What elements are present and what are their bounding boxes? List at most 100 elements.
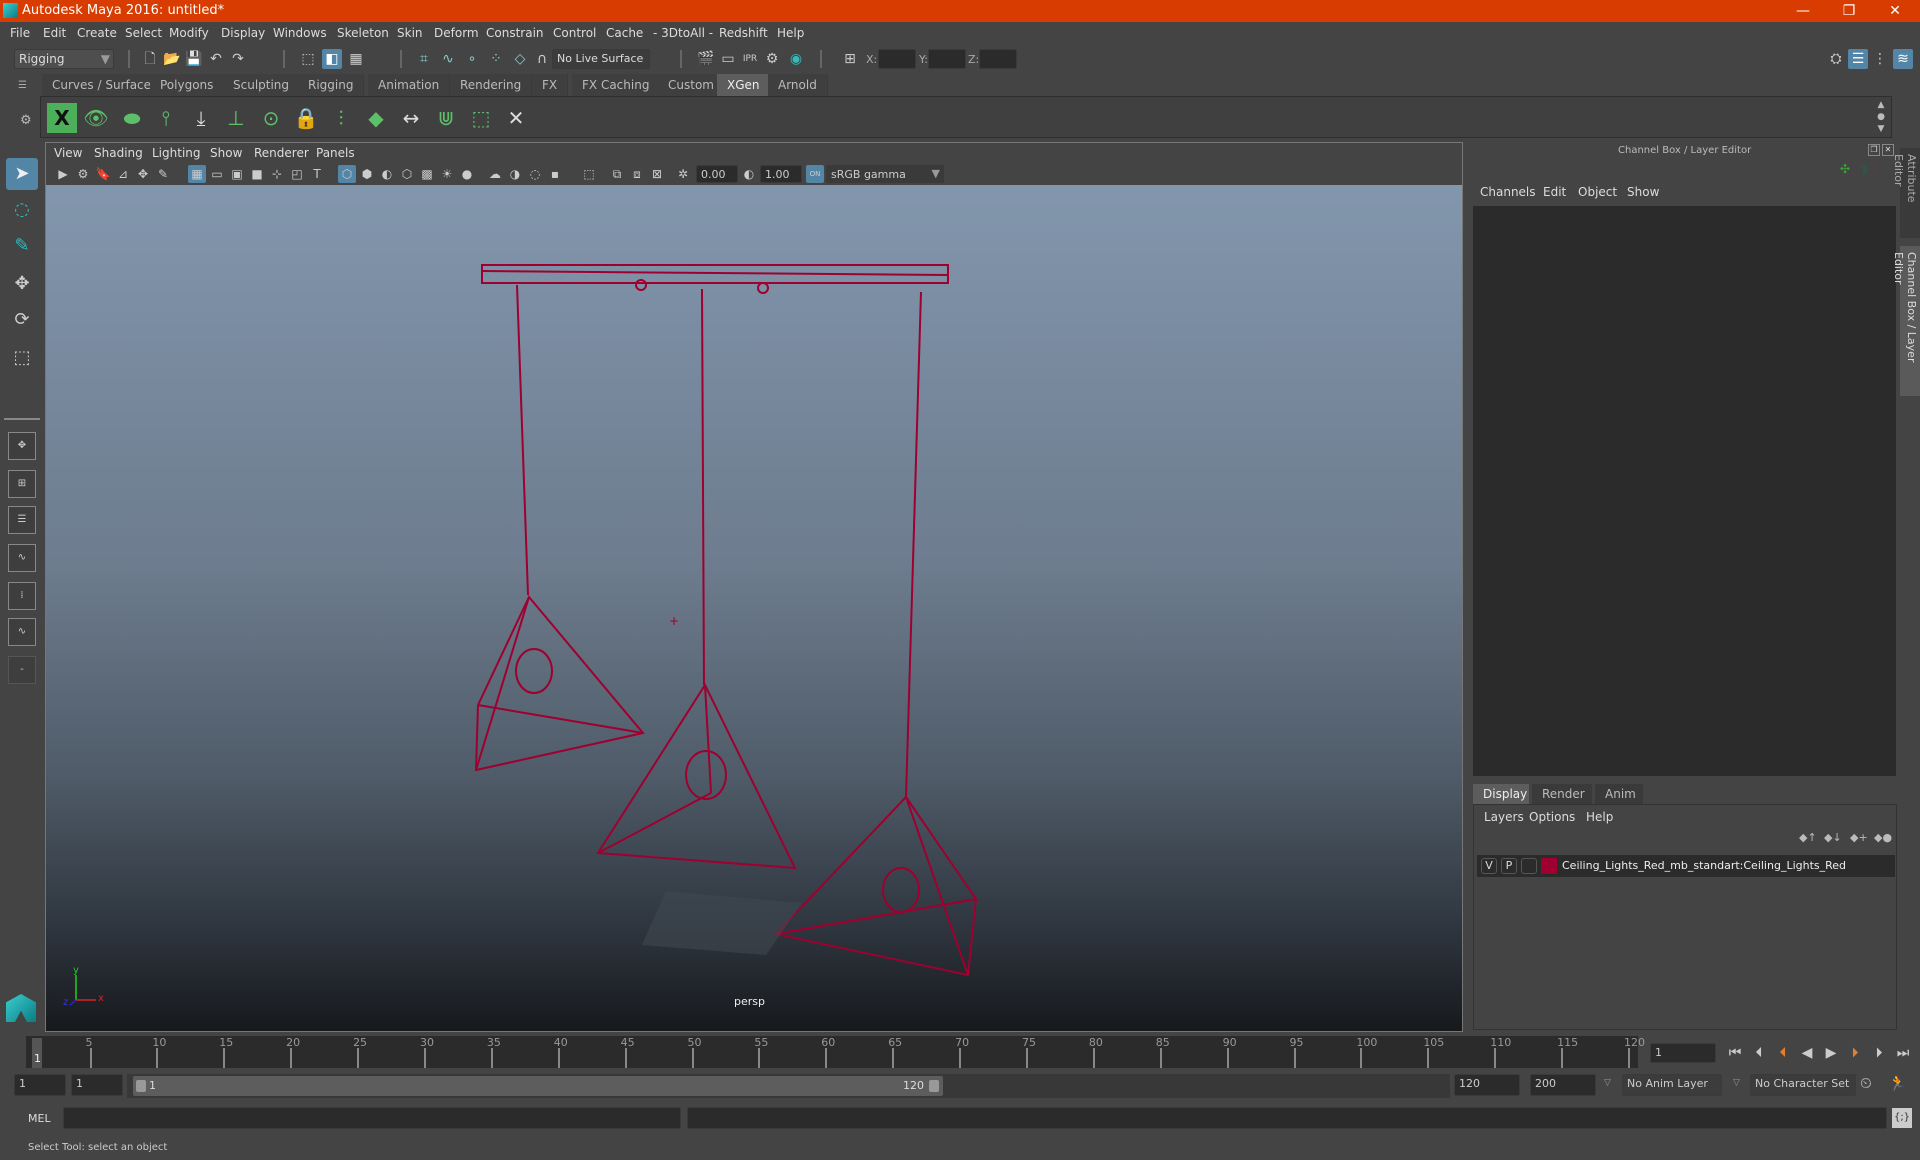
object-menu[interactable]: Object bbox=[1578, 185, 1617, 199]
script-editor-icon[interactable]: {;} bbox=[1892, 1108, 1912, 1128]
safe-title-icon[interactable]: T bbox=[308, 165, 326, 183]
add-guide-icon[interactable]: ⊥ bbox=[221, 103, 251, 133]
shelf-tab-sculpting[interactable]: Sculpting bbox=[223, 74, 301, 96]
layer-playback-toggle[interactable]: P bbox=[1501, 858, 1517, 874]
open-scene-icon[interactable]: 📂 bbox=[162, 49, 182, 69]
viewport-menu-view[interactable]: View bbox=[54, 146, 82, 160]
shelf-tab-custom[interactable]: Custom bbox=[658, 74, 725, 96]
screen-space-ao-icon[interactable]: ☁ bbox=[486, 165, 504, 183]
menu-redshift[interactable]: Redshift bbox=[719, 26, 768, 40]
xray-active-components-icon[interactable]: ⧈ bbox=[628, 165, 646, 183]
menu-select[interactable]: Select bbox=[125, 26, 162, 40]
y-input[interactable] bbox=[928, 49, 966, 69]
isolate-select-icon[interactable]: ⬚ bbox=[580, 165, 598, 183]
shelf-scroll[interactable]: ▲ ● ▼ bbox=[1875, 99, 1887, 135]
move-layer-up-icon[interactable]: ◆↑ bbox=[1799, 831, 1817, 844]
four-view-layout-icon[interactable]: ⊞ bbox=[8, 470, 36, 498]
shelf-gear-icon[interactable]: ⚙ bbox=[20, 113, 32, 128]
attribute-editor-toggle-icon[interactable]: ☰ bbox=[1848, 49, 1868, 69]
range-slider-track[interactable]: 1 120 bbox=[127, 1074, 1450, 1098]
snap-magnet-icon[interactable]: ∩ bbox=[532, 49, 552, 69]
exposure-field[interactable]: 0.00 bbox=[696, 165, 738, 183]
step-back-key-icon[interactable]: ⏴ bbox=[1748, 1042, 1770, 1064]
save-scene-icon[interactable]: 💾 bbox=[184, 49, 204, 69]
guide-bend-icon[interactable]: ⋓ bbox=[431, 103, 461, 133]
lamp-shade-center[interactable] bbox=[596, 682, 797, 870]
undo-icon[interactable]: ↶ bbox=[206, 49, 226, 69]
menu-create[interactable]: Create bbox=[77, 26, 117, 40]
ipr-render-icon[interactable]: IPR bbox=[740, 49, 760, 69]
scale-tool-icon[interactable]: ⬚ bbox=[6, 342, 38, 374]
delete-guide-icon[interactable]: ✕ bbox=[501, 103, 531, 133]
range-slider-bar[interactable]: 1 120 bbox=[133, 1076, 943, 1096]
live-surface-field[interactable]: No Live Surface bbox=[552, 49, 650, 69]
tool-settings-toggle-icon[interactable]: ⋮ bbox=[1870, 49, 1890, 69]
menu-control[interactable]: Control bbox=[553, 26, 596, 40]
select-by-hierarchy-icon[interactable]: ⬚ bbox=[298, 49, 318, 69]
cable-left[interactable] bbox=[516, 284, 529, 596]
wireframe-on-shaded-icon[interactable]: ⬡ bbox=[398, 165, 416, 183]
channels-menu[interactable]: Channels bbox=[1480, 185, 1536, 199]
custom-layout-icon[interactable]: - bbox=[8, 656, 36, 684]
shelf-tab-arnold[interactable]: Arnold bbox=[768, 74, 828, 96]
step-forward-frame-icon[interactable]: ⏵ bbox=[1844, 1042, 1866, 1064]
move-tool-icon[interactable]: ✥ bbox=[6, 268, 38, 300]
time-slider[interactable]: 1 5 10 15 20 25 30 35 40 45 50 55 60 65 70 75 80 85 90 95 10… bbox=[26, 1036, 1645, 1068]
menu-display[interactable]: Display bbox=[221, 26, 265, 40]
menu-skeleton[interactable]: Skeleton bbox=[337, 26, 389, 40]
move-layer-down-icon[interactable]: ◆↓ bbox=[1824, 831, 1842, 844]
speed-icon[interactable]: ◑ bbox=[1858, 162, 1868, 176]
options-menu[interactable]: Options bbox=[1529, 810, 1575, 824]
new-layer-from-selected-icon[interactable]: ◆● bbox=[1874, 831, 1892, 844]
tab-attribute-editor[interactable]: Attribute Editor bbox=[1892, 148, 1920, 238]
render-current-frame-icon[interactable]: ▭ bbox=[718, 49, 738, 69]
range-end-handle[interactable] bbox=[929, 1080, 939, 1092]
close-button[interactable]: ✕ bbox=[1872, 0, 1918, 22]
z-input[interactable] bbox=[979, 49, 1017, 69]
rotate-tool-icon[interactable]: ⟳ bbox=[6, 304, 38, 336]
shelf-tab-fx[interactable]: FX bbox=[532, 74, 569, 96]
menu-windows[interactable]: Windows bbox=[273, 26, 327, 40]
character-set-dropdown[interactable]: No Character Set bbox=[1750, 1074, 1856, 1096]
playback-end-field[interactable]: 120 bbox=[1454, 1074, 1520, 1096]
shadows-icon[interactable]: ● bbox=[458, 165, 476, 183]
help-menu[interactable]: Help bbox=[1586, 810, 1613, 824]
menu-skin[interactable]: Skin bbox=[397, 26, 423, 40]
move-guides-icon[interactable]: ⤓ bbox=[186, 103, 216, 133]
play-backward-icon[interactable]: ◀ bbox=[1796, 1042, 1818, 1064]
animation-preferences-icon[interactable]: 🏃 bbox=[1888, 1074, 1907, 1092]
render-settings-icon[interactable]: ⚙ bbox=[762, 49, 782, 69]
guide-length-icon[interactable]: ↔ bbox=[396, 103, 426, 133]
menu-modify[interactable]: Modify bbox=[169, 26, 209, 40]
animation-end-field[interactable]: 200 bbox=[1530, 1074, 1596, 1096]
shelf-tab-polygons[interactable]: Polygons bbox=[150, 74, 225, 96]
command-input[interactable] bbox=[63, 1107, 681, 1129]
tab-channel-box-layer-editor[interactable]: Channel Box / Layer Editor bbox=[1892, 246, 1920, 396]
auto-key-icon[interactable]: ⏲ bbox=[1860, 1074, 1872, 1092]
lamp-shade-left[interactable] bbox=[474, 594, 645, 772]
anim-layer-dropdown[interactable]: No Anim Layer bbox=[1622, 1074, 1722, 1096]
cable-right[interactable] bbox=[905, 291, 922, 798]
guides-flip-icon[interactable]: ⫶ bbox=[326, 103, 356, 133]
layer-row[interactable]: V P Ceiling_Lights_Red_mb_standart:Ceili… bbox=[1477, 855, 1895, 877]
depth-of-field-icon[interactable]: ▪ bbox=[546, 165, 564, 183]
xgen-preview-icon[interactable]: 👁 bbox=[81, 103, 111, 133]
xgen-window-icon[interactable]: X bbox=[47, 103, 77, 133]
layer-visibility-toggle[interactable]: V bbox=[1481, 858, 1497, 874]
menu-3dtoall[interactable]: - 3DtoAll - bbox=[653, 26, 713, 40]
layers-menu[interactable]: Layers bbox=[1484, 810, 1524, 824]
select-by-component-icon[interactable]: ▦ bbox=[346, 49, 366, 69]
go-to-start-icon[interactable]: ⏮ bbox=[1724, 1042, 1746, 1064]
shelf-tab-xgen[interactable]: XGen bbox=[717, 74, 771, 96]
playback-start-field[interactable]: 1 bbox=[71, 1074, 123, 1096]
xgen-clear-preview-icon[interactable]: ⬬ bbox=[117, 103, 147, 133]
new-scene-icon[interactable]: 🗋 bbox=[140, 49, 160, 69]
viewport-canvas[interactable]: + y x z persp bbox=[46, 185, 1462, 1031]
snap-point-icon[interactable]: ∘ bbox=[462, 49, 482, 69]
image-plane-icon[interactable]: ⊿ bbox=[114, 165, 132, 183]
film-gate-icon[interactable]: ▭ bbox=[208, 165, 226, 183]
add-guides-icon[interactable]: ⫯ bbox=[151, 103, 181, 133]
redo-icon[interactable]: ↷ bbox=[228, 49, 248, 69]
menu-constrain[interactable]: Constrain bbox=[486, 26, 544, 40]
snap-curve-icon[interactable]: ∿ bbox=[438, 49, 458, 69]
